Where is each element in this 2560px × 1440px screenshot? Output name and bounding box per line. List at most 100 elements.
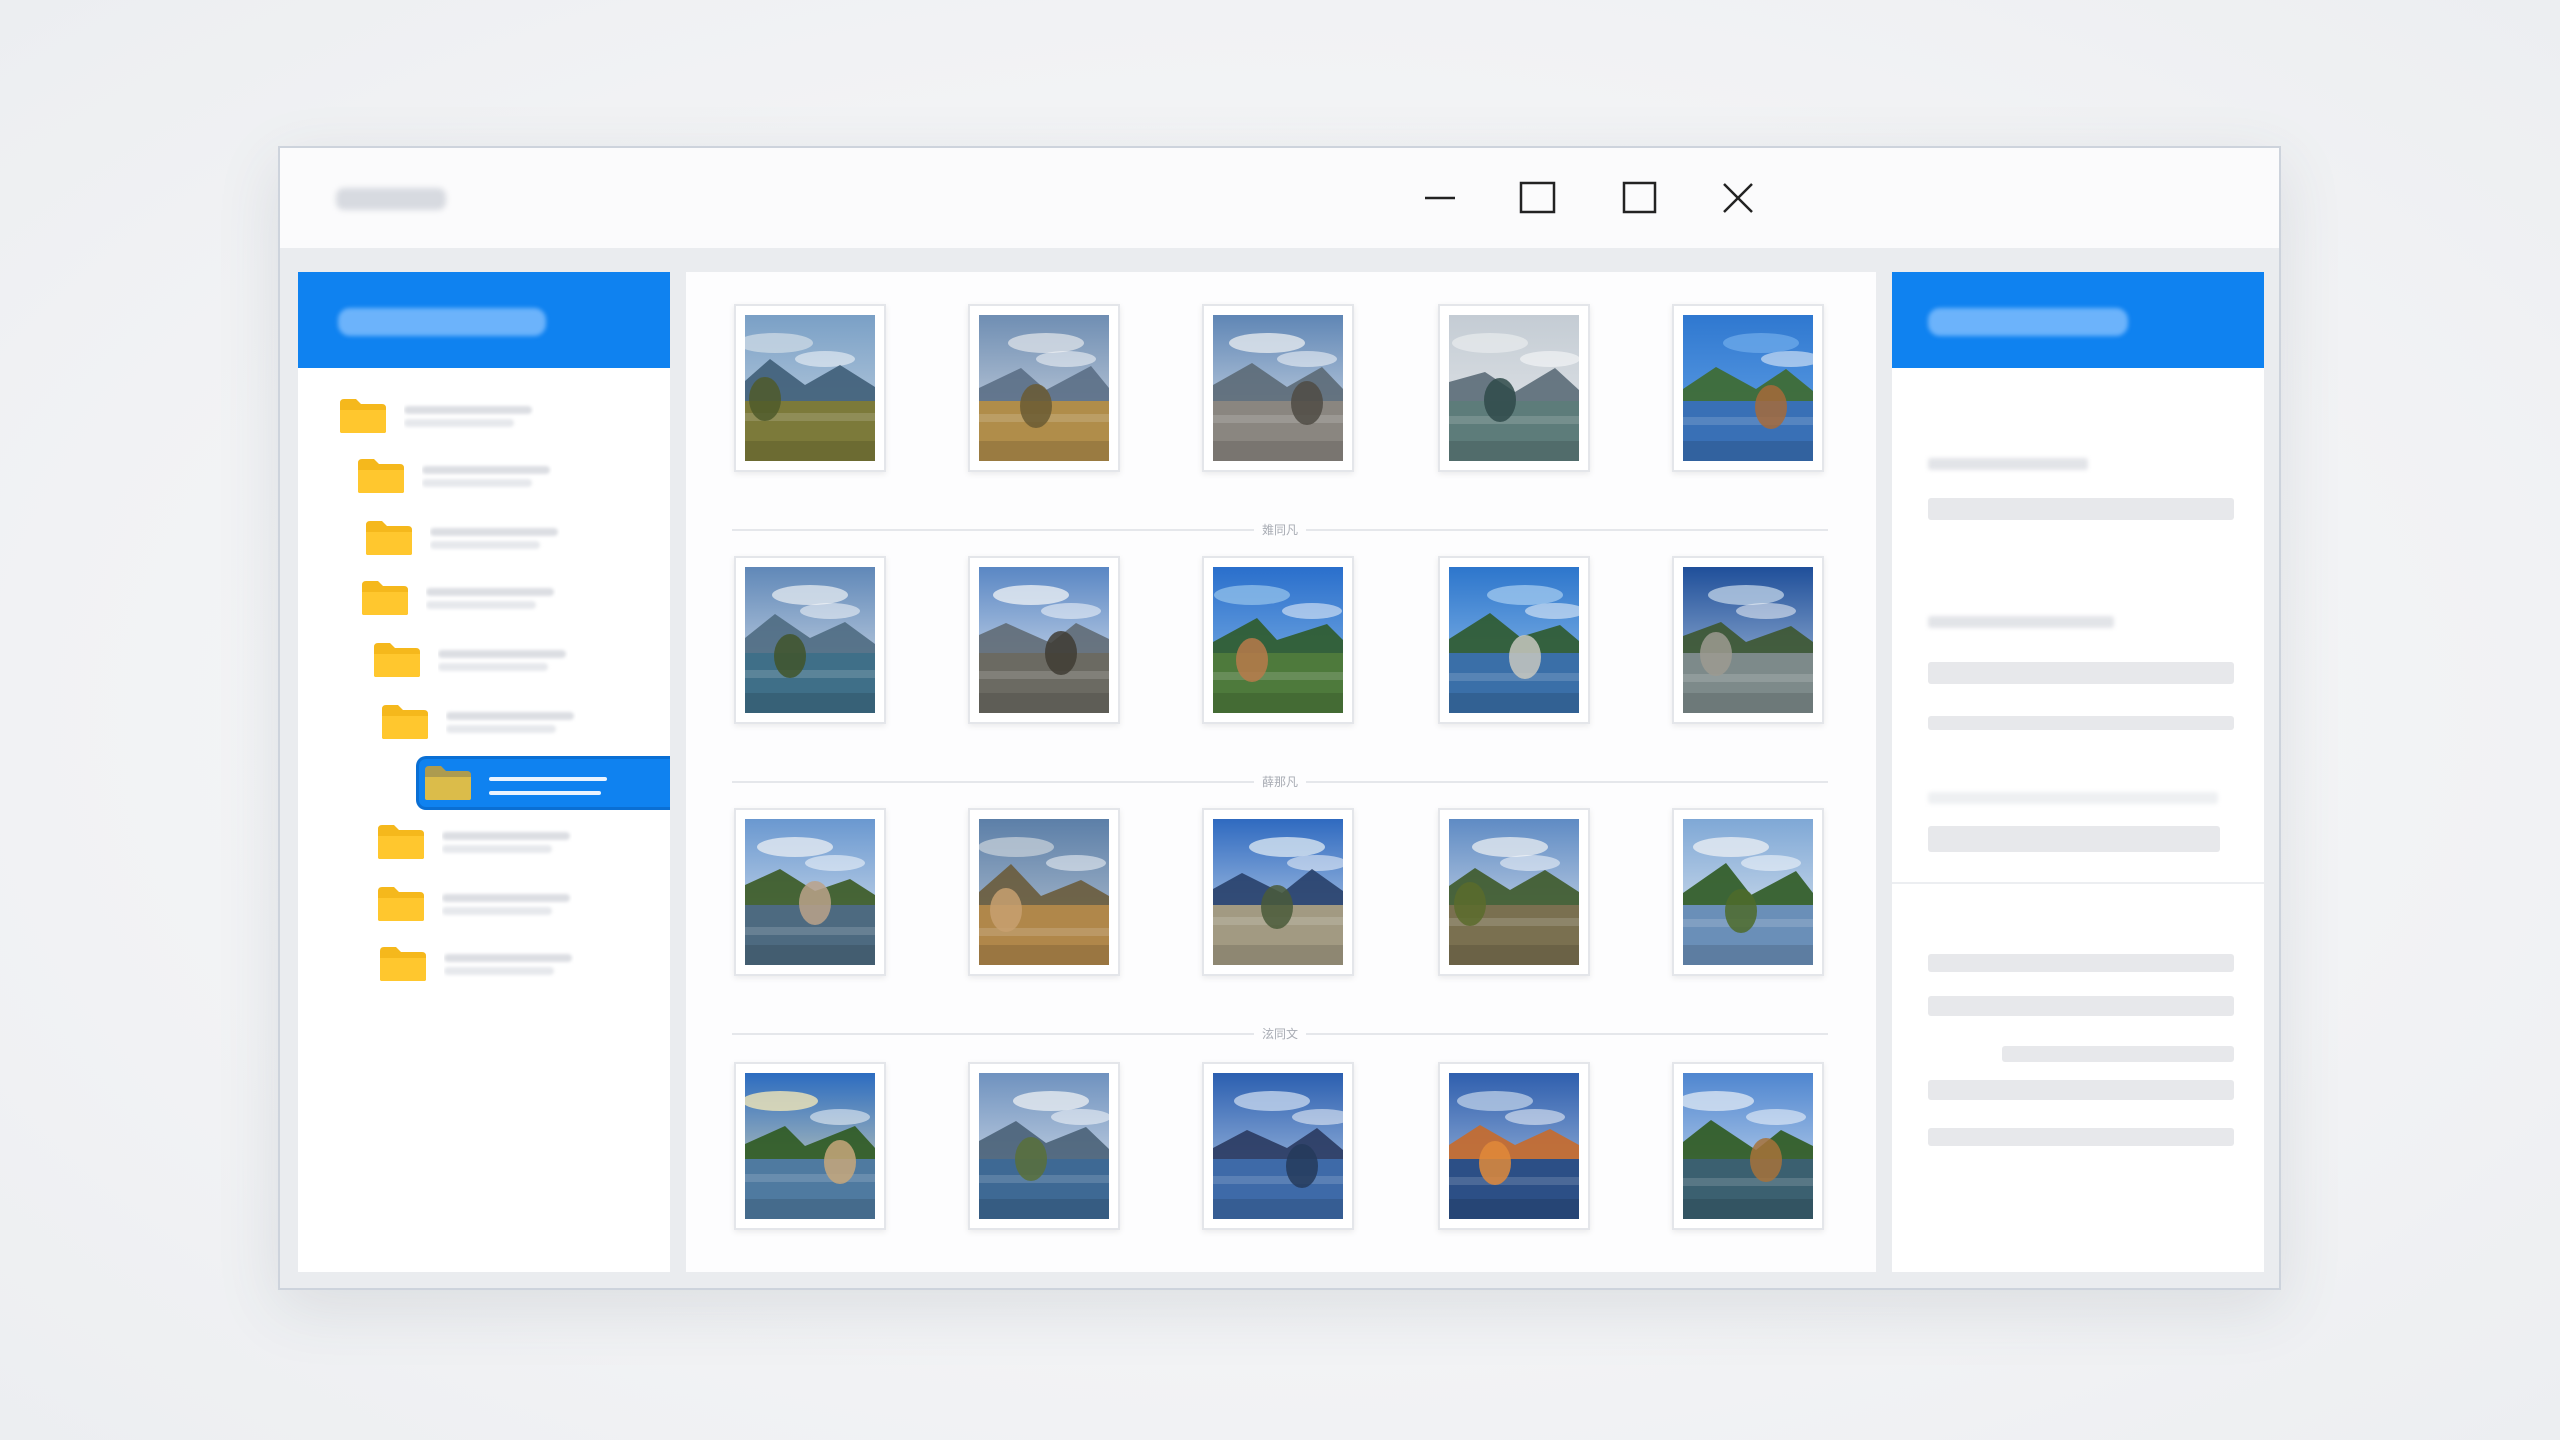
maximize-icon [1519,181,1556,214]
folder-item[interactable] [372,634,568,686]
photo-thumbnail[interactable] [1202,1062,1354,1230]
folder-label [404,402,534,430]
photo-image [979,567,1109,713]
group-divider: 薛那凡 [732,772,1828,790]
folder-item[interactable] [376,816,572,868]
folder-item[interactable] [360,572,556,624]
close-button[interactable] [1706,172,1770,224]
photo-image [1683,1073,1813,1219]
title-bar [280,148,2279,248]
property-field[interactable] [1928,954,2234,972]
photo-thumbnail[interactable] [968,1062,1120,1230]
photo-thumbnail[interactable] [1438,1062,1590,1230]
folder-icon [376,885,426,923]
photo-image [1449,819,1579,965]
photo-thumbnail[interactable] [734,1062,886,1230]
photo-image [1449,567,1579,713]
restore-icon [1622,181,1657,214]
folder-icon [372,641,422,679]
folder-label [430,524,560,552]
group-divider: 泫同文 [732,1024,1828,1042]
app-title [336,188,446,210]
group-divider-label: 薛那凡 [1253,773,1307,790]
photo-thumbnail[interactable] [734,556,886,724]
folder-icon [376,823,426,861]
property-field[interactable] [1928,662,2234,684]
folder-label [442,890,572,918]
photo-thumbnail[interactable] [734,808,886,976]
minimize-button[interactable] [1408,172,1472,224]
sidebar-header [298,272,670,368]
photo-image [979,315,1109,461]
photo-image [1683,567,1813,713]
property-field[interactable] [1928,716,2234,730]
properties-panel [1892,272,2264,1272]
photo-image [979,819,1109,965]
photo-thumbnail[interactable] [1672,304,1824,472]
photo-image [745,819,875,965]
file-browser-window: 䧴同凡 薛那凡 泫同文 [278,146,2281,1290]
restore-button[interactable] [1608,172,1672,224]
folder-item[interactable] [380,696,576,748]
folder-icon [356,457,406,495]
property-value [1928,792,2218,804]
property-field[interactable] [1928,1080,2234,1100]
photo-thumbnail[interactable] [1672,1062,1824,1230]
folder-icon [338,397,388,435]
folder-icon [423,764,473,802]
folder-item[interactable] [364,512,560,564]
folder-label [442,828,572,856]
property-value [1928,458,2088,470]
photo-thumbnail[interactable] [1202,556,1354,724]
properties-header-label [1928,308,2128,336]
photo-image [745,567,875,713]
sidebar-header-label [338,308,546,336]
folder-label [426,584,556,612]
photo-image [1449,1073,1579,1219]
folder-item[interactable] [376,878,572,930]
folder-icon [380,703,430,741]
close-icon [1723,183,1753,213]
photo-image [745,315,875,461]
group-divider-label: 泫同文 [1253,1025,1307,1042]
maximize-button[interactable] [1506,172,1570,224]
folder-icon [378,945,428,983]
photo-image [1213,1073,1343,1219]
folder-label [422,462,552,490]
photo-image [1449,315,1579,461]
folder-sidebar [298,272,670,1272]
folder-label [446,708,576,736]
folder-item[interactable] [356,450,552,502]
folder-icon [364,519,414,557]
folder-icon [360,579,410,617]
photo-thumbnail[interactable] [1672,556,1824,724]
photo-image [1213,315,1343,461]
photo-thumbnail[interactable] [1672,808,1824,976]
property-value [1928,616,2114,628]
photo-gallery: 䧴同凡 薛那凡 泫同文 [686,272,1876,1272]
photo-thumbnail[interactable] [968,556,1120,724]
folder-item[interactable] [338,390,534,442]
photo-thumbnail[interactable] [968,304,1120,472]
property-field[interactable] [1928,498,2234,520]
photo-thumbnail[interactable] [968,808,1120,976]
folder-item[interactable] [378,938,574,990]
photo-thumbnail[interactable] [1202,808,1354,976]
photo-image [1213,819,1343,965]
photo-image [1683,315,1813,461]
property-field[interactable] [1928,826,2220,852]
property-field[interactable] [1928,996,2234,1016]
property-field[interactable] [2002,1046,2234,1062]
photo-thumbnail[interactable] [734,304,886,472]
photo-image [1213,567,1343,713]
photo-thumbnail[interactable] [1438,556,1590,724]
photo-thumbnail[interactable] [1202,304,1354,472]
folder-item-selected[interactable] [416,756,670,810]
photo-thumbnail[interactable] [1438,808,1590,976]
property-field[interactable] [1928,1128,2234,1146]
folder-label [444,950,574,978]
photo-thumbnail[interactable] [1438,304,1590,472]
photo-image [1683,819,1813,965]
minimize-icon [1425,196,1455,200]
group-divider-label: 䧴同凡 [1253,521,1307,538]
